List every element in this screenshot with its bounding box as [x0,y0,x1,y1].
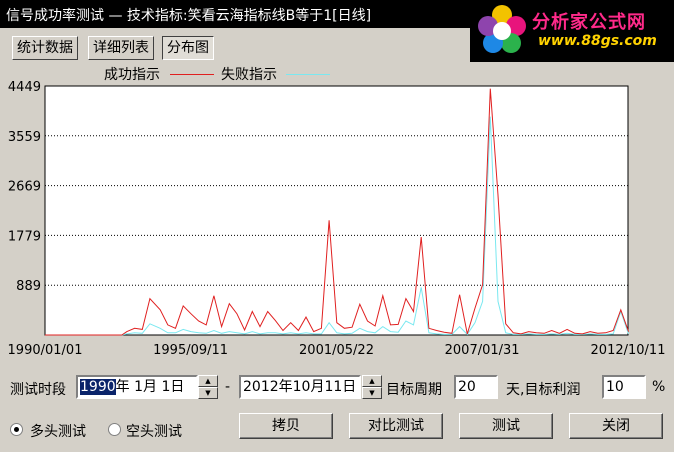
spin-up-icon[interactable]: ▲ [362,375,382,387]
spin-up-icon[interactable]: ▲ [198,375,218,387]
tab-detail-list[interactable]: 详细列表 [88,36,154,60]
spin-down-icon[interactable]: ▼ [198,387,218,399]
y-tick-label: 3559 [8,130,41,145]
percent-sign: % [652,379,666,395]
signal-test-window: 信号成功率测试 — 技术指标:笑看云海指标线B等于1[日线] 分析家公式网 ww… [0,0,674,452]
y-tick-label: 2669 [8,180,41,195]
start-date-rest: 年 1月 1日 [115,379,185,395]
x-tick-label: 2012/10/11 [591,343,666,358]
start-date-spinner[interactable]: ▲ ▼ [198,375,218,399]
x-tick-label: 1990/01/01 [8,343,83,358]
logo-url: www.88gs.com [538,33,657,49]
tab-distribution[interactable]: 分布图 [162,36,214,60]
date-range-dash: - [225,379,231,395]
legend-fail-line [286,74,330,75]
distribution-chart: 4449 3559 2669 1779 889 1990/01/01 1995/09/11 2… [8,80,666,358]
target-period-input[interactable]: 20 [454,375,498,399]
period-label: 测试时段 [10,382,66,398]
close-button[interactable]: 关闭 [569,413,663,439]
x-tick-label: 2007/01/31 [445,343,520,358]
logo-name: 分析家公式网 [532,12,646,33]
y-tick-label: 889 [16,279,41,294]
plot-area [44,85,629,336]
target-profit-input[interactable]: 10 [602,375,646,399]
target-period-label: 目标周期 [386,382,442,398]
y-tick-label: 4449 [8,80,41,95]
x-tick-label: 1995/09/11 [153,343,228,358]
start-date-field[interactable]: 1990年 1月 1日 [76,375,198,399]
y-tick-label: 1779 [8,229,41,244]
window-title: 信号成功率测试 — 技术指标:笑看云海指标线B等于1[日线] [6,8,372,24]
tab-statistics[interactable]: 统计数据 [12,36,78,60]
spin-down-icon[interactable]: ▼ [362,387,382,399]
target-profit-label: 天,目标利润 [506,382,581,398]
end-date-spinner[interactable]: ▲ ▼ [362,375,382,399]
short-test-label[interactable]: 空头测试 [126,421,182,441]
compare-test-button[interactable]: 对比测试 [349,413,443,439]
legend-success-line [170,74,214,75]
end-date-field[interactable]: 2012年10月11日 [239,375,361,399]
long-test-label[interactable]: 多头测试 [30,421,86,441]
test-button[interactable]: 测试 [459,413,553,439]
flower-logo-icon [478,5,526,53]
x-tick-label: 2001/05/22 [299,343,374,358]
short-test-radio[interactable] [108,423,121,436]
start-year-selection: 1990 [80,379,116,395]
site-logo: 分析家公式网 www.88gs.com [470,0,674,62]
copy-button[interactable]: 拷贝 [239,413,333,439]
long-test-radio[interactable] [10,423,23,436]
